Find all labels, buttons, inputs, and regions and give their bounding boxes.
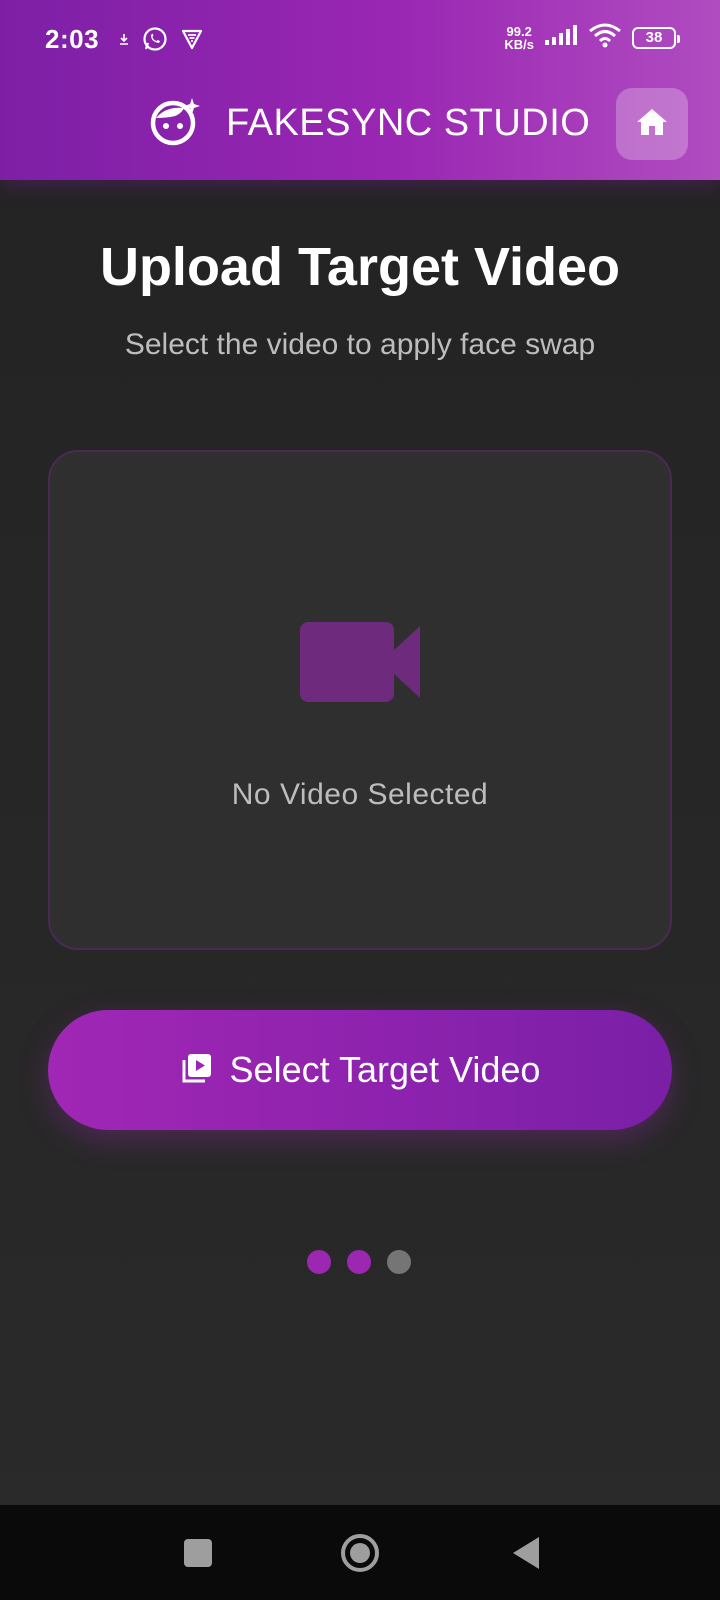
step-dot-2 (347, 1250, 371, 1274)
brand: FAKESYNC STUDIO (150, 96, 590, 151)
battery-icon: 38 (632, 26, 680, 49)
step-indicator (307, 1250, 411, 1274)
page-subtitle: Select the video to apply face swap (124, 328, 596, 361)
step-dot-1 (307, 1250, 331, 1274)
video-camera-icon (300, 622, 420, 707)
select-target-video-button[interactable]: Select Target Video (48, 1010, 672, 1130)
app-title: FAKESYNC STUDIO (226, 102, 591, 144)
wifi-icon (588, 22, 622, 53)
no-video-text: No Video Selected (231, 778, 489, 811)
select-target-video-label: Select Target Video (229, 1049, 541, 1090)
status-system-icons: 99.2 KB/s 38 (504, 22, 680, 53)
step-dot-3 (387, 1250, 411, 1274)
recents-square-icon[interactable] (178, 1533, 218, 1573)
home-icon (635, 107, 669, 142)
home-circle-icon[interactable] (340, 1533, 380, 1573)
status-time: 2:03 (45, 24, 100, 54)
battery-level: 38 (645, 29, 663, 46)
home-button[interactable] (616, 88, 688, 160)
whatsapp-icon (142, 26, 168, 57)
app-header: 2:03 99.2 KB/s 38 FAKESYNC STUDIO (0, 0, 720, 180)
net-speed-value: 99.2 (506, 23, 532, 39)
download-icon (118, 32, 130, 51)
net-speed: 99.2 KB/s (504, 25, 534, 51)
system-nav-bar (0, 1505, 720, 1600)
page-title: Upload Target Video (99, 237, 621, 297)
net-speed-unit: KB/s (504, 36, 534, 52)
video-library-icon (180, 1053, 212, 1088)
status-notification-icons (118, 26, 204, 57)
signal-icon (544, 24, 578, 51)
video-preview-area[interactable]: No Video Selected (48, 450, 672, 950)
vpn-shield-icon (180, 27, 204, 56)
face-sparkle-icon (150, 96, 200, 151)
back-triangle-icon[interactable] (506, 1533, 546, 1573)
